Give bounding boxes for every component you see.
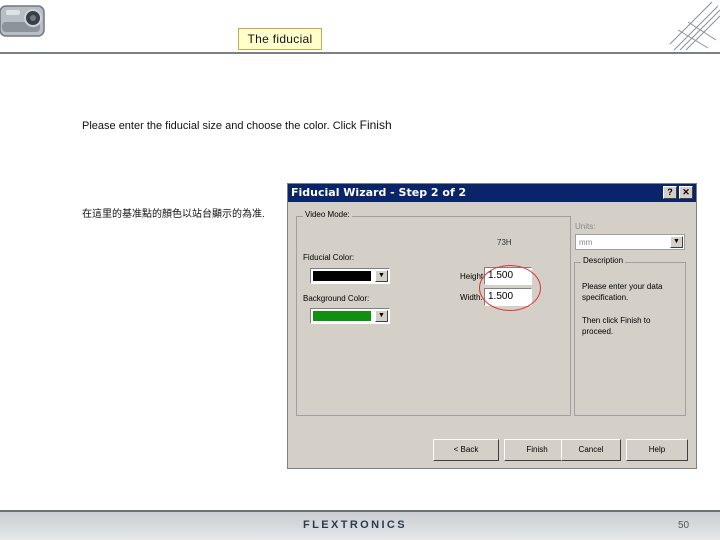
page-number: 50 bbox=[678, 520, 690, 531]
instruction-finish: Finish bbox=[359, 118, 392, 132]
units-dropdown[interactable]: mm ▼ bbox=[575, 234, 685, 250]
units-label: Units: bbox=[575, 222, 596, 231]
header-rule bbox=[0, 52, 720, 54]
camera-label: 73H bbox=[497, 238, 512, 247]
fiducial-color-swatch bbox=[313, 271, 371, 281]
back-button[interactable]: < Back bbox=[433, 439, 499, 461]
description-legend: Description bbox=[581, 256, 626, 265]
video-mode-legend: Video Mode: bbox=[303, 210, 352, 219]
chevron-down-icon[interactable]: ▼ bbox=[670, 236, 683, 248]
slide-title: The fiducial bbox=[238, 28, 322, 50]
instruction-text: Please enter the fiducial size and choos… bbox=[82, 118, 392, 132]
help-title-button[interactable]: ? bbox=[663, 186, 677, 199]
background-color-label: Background Color: bbox=[303, 294, 370, 303]
description-text-1: Please enter your data specification. bbox=[582, 282, 663, 302]
instruction-body: Please enter the fiducial size and choos… bbox=[82, 120, 360, 132]
flextronics-logo: FLEXTRONICS bbox=[303, 519, 408, 531]
projector-icon bbox=[0, 5, 45, 37]
chevron-down-icon[interactable]: ▼ bbox=[375, 310, 388, 322]
cancel-button[interactable]: Cancel bbox=[561, 439, 621, 461]
fiducial-color-label: Fiducial Color: bbox=[303, 253, 355, 262]
units-value: mm bbox=[579, 238, 593, 247]
help-button[interactable]: Help bbox=[626, 439, 688, 461]
dialog-title: Fiducial Wizard - Step 2 of 2 bbox=[291, 186, 467, 199]
background-color-dropdown[interactable]: ▼ bbox=[310, 308, 390, 324]
fiducial-wizard-dialog: Fiducial Wizard - Step 2 of 2 ? ✕ Video … bbox=[287, 183, 697, 469]
close-icon[interactable]: ✕ bbox=[679, 186, 693, 199]
corner-graphic bbox=[669, 1, 720, 51]
chevron-down-icon[interactable]: ▼ bbox=[375, 270, 388, 282]
highlight-circle bbox=[479, 265, 541, 311]
fiducial-color-dropdown[interactable]: ▼ bbox=[310, 268, 390, 284]
description-text-2: Then click Finish to proceed. bbox=[582, 316, 651, 336]
background-color-swatch bbox=[313, 311, 371, 321]
chinese-note: 在這里的基准點的顏色以站台顯示的為准. bbox=[82, 209, 265, 220]
dialog-titlebar[interactable]: Fiducial Wizard - Step 2 of 2 ? ✕ bbox=[288, 184, 696, 202]
